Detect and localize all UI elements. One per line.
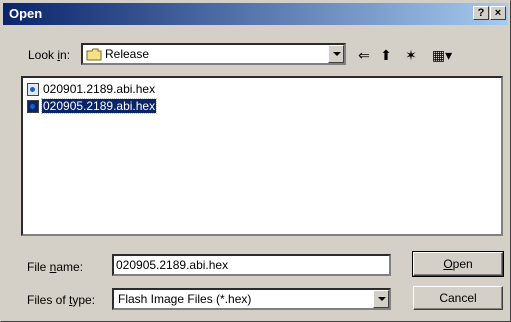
up-folder-icon[interactable]: ⬆ bbox=[378, 45, 394, 65]
look-in-value: Release bbox=[105, 47, 150, 61]
look-in-label: Look in: bbox=[28, 48, 71, 62]
open-dialog: Open ? × Look in: Release ⇐ ⬆ ✶ ▦▾ 02090… bbox=[0, 0, 511, 322]
close-button[interactable]: × bbox=[490, 6, 506, 20]
hex-file-icon bbox=[27, 82, 39, 96]
file-type-dropdown[interactable]: Flash Image Files (*.hex) bbox=[112, 288, 391, 310]
help-button[interactable]: ? bbox=[473, 6, 489, 20]
views-menu-icon[interactable]: ▦▾ bbox=[427, 45, 457, 65]
file-list[interactable]: 020901.2189.abi.hex 020905.2189.abi.hex bbox=[21, 76, 503, 236]
list-item[interactable]: 020905.2189.abi.hex bbox=[27, 98, 158, 114]
file-name-input[interactable] bbox=[116, 257, 385, 273]
cancel-button[interactable]: Cancel bbox=[413, 286, 503, 310]
file-type-value: Flash Image Files (*.hex) bbox=[118, 292, 252, 306]
list-item[interactable]: 020901.2189.abi.hex bbox=[27, 81, 156, 97]
chevron-down-icon[interactable] bbox=[373, 290, 389, 308]
chevron-down-icon[interactable] bbox=[328, 45, 344, 63]
file-name-label: File name: bbox=[27, 260, 84, 274]
open-button[interactable]: Open bbox=[412, 251, 504, 277]
new-folder-icon[interactable]: ✶ bbox=[401, 45, 421, 65]
dialog-title: Open bbox=[9, 6, 43, 21]
file-name-field[interactable] bbox=[112, 254, 391, 276]
title-bar[interactable]: Open ? × bbox=[3, 3, 508, 25]
folder-icon bbox=[86, 48, 102, 61]
file-type-label: Files of type: bbox=[27, 293, 96, 307]
file-name: 020901.2189.abi.hex bbox=[43, 82, 156, 96]
hex-file-icon bbox=[27, 99, 39, 113]
look-in-dropdown[interactable]: Release bbox=[81, 43, 346, 65]
file-name: 020905.2189.abi.hex bbox=[40, 98, 158, 114]
back-icon[interactable]: ⇐ bbox=[356, 45, 372, 65]
